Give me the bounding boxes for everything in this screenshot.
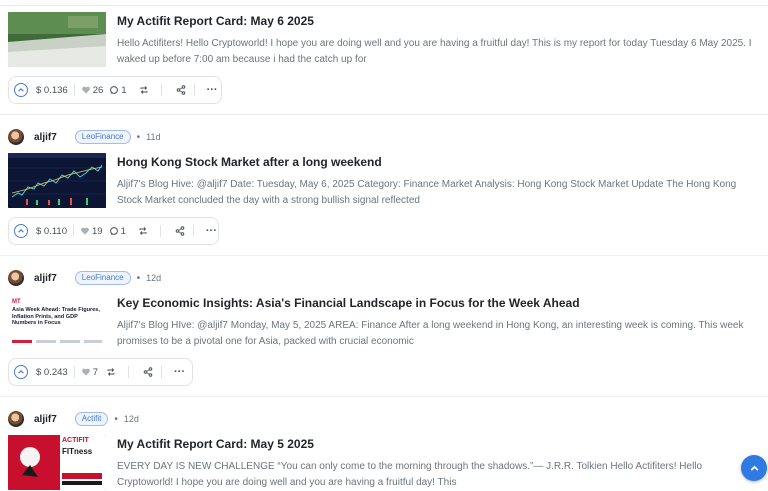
payout-value[interactable]: $ 0.110 [36, 226, 67, 237]
divider [192, 225, 194, 237]
post-header: aljif7 LeoFinance • 11d [8, 128, 160, 146]
post-time: 11d [146, 132, 161, 142]
post-thumbnail[interactable] [8, 153, 106, 208]
community-badge[interactable]: Actifit [74, 412, 109, 426]
chevron-up-icon [18, 370, 24, 374]
reblog-icon[interactable] [106, 367, 116, 377]
share-icon[interactable] [175, 226, 185, 236]
post-excerpt[interactable]: Aljif7's Blog HIve: @aljif7 Monday, May … [117, 318, 757, 350]
payout-value[interactable]: $ 0.136 [36, 85, 68, 96]
post-header: aljif7 Actifit • 12d [8, 410, 139, 428]
author-name[interactable]: aljif7 [34, 273, 57, 284]
post-excerpt[interactable]: Aljif7's Blog Hive: @aljif7 Date: Tuesda… [117, 177, 757, 209]
chevron-up-icon [18, 229, 24, 233]
community-badge[interactable]: LeoFinance [74, 271, 131, 285]
more-icon[interactable]: ··· [206, 225, 217, 237]
upvote-button[interactable] [14, 83, 28, 97]
divider [161, 366, 162, 378]
divider [128, 366, 129, 378]
like-count: 7 [92, 366, 98, 378]
thumb-headline: Asia Week Ahead: Trade Figures, Inflatio… [12, 307, 100, 326]
post-thumbnail[interactable] [8, 12, 106, 67]
divider [159, 225, 161, 237]
thumb-brand-text: ACTIFIT [62, 437, 89, 444]
post-header: aljif7 LeoFinance • 12d [8, 269, 161, 287]
avatar[interactable] [8, 411, 24, 427]
comment-count: 1 [120, 225, 126, 237]
heart-icon[interactable] [81, 85, 91, 95]
dot-separator: • [114, 413, 118, 425]
post-time: 12d [123, 414, 139, 424]
post-title[interactable]: My Actifit Report Card: May 6 2025 [117, 14, 314, 28]
comment-count: 1 [121, 84, 127, 96]
post-time: 12d [146, 273, 162, 283]
divider [193, 84, 195, 96]
post-actions: $ 0.110 19 1 ··· [8, 217, 219, 245]
author-name[interactable]: aljif7 [34, 132, 57, 143]
post-actions: $ 0.136 26 1 ··· [8, 76, 222, 104]
divider [73, 366, 75, 378]
divider [73, 84, 75, 96]
post-thumbnail[interactable]: MT Asia Week Ahead: Trade Figures, Infla… [8, 294, 106, 349]
avatar[interactable] [8, 270, 24, 286]
share-icon[interactable] [176, 85, 186, 95]
post-title[interactable]: My Actifit Report Card: May 5 2025 [117, 437, 314, 451]
more-icon[interactable]: ··· [207, 84, 218, 96]
post-thumbnail[interactable]: ACTIFIT FITness [8, 435, 106, 490]
post-title[interactable]: Hong Kong Stock Market after a long week… [117, 155, 382, 169]
heart-icon[interactable] [80, 226, 90, 236]
dot-separator: • [136, 131, 141, 143]
top-divider [0, 5, 768, 6]
comment-icon[interactable] [109, 85, 119, 95]
post-divider [0, 114, 768, 115]
dot-separator: • [136, 272, 141, 284]
divider [73, 225, 74, 237]
divider [160, 84, 162, 96]
scroll-top-button[interactable] [741, 455, 767, 481]
like-count: 19 [92, 225, 103, 237]
chevron-up-icon [18, 88, 24, 92]
reblog-icon[interactable] [138, 226, 148, 236]
post-divider [0, 396, 768, 397]
post-divider [0, 255, 768, 256]
like-count: 26 [92, 84, 104, 96]
reblog-icon[interactable] [139, 85, 149, 95]
chevron-up-icon [750, 465, 758, 471]
more-icon[interactable]: ··· [174, 366, 185, 378]
thumb-logo: MT [12, 299, 21, 305]
post-actions: $ 0.243 7 ··· [8, 358, 193, 386]
share-icon[interactable] [143, 367, 153, 377]
upvote-button[interactable] [14, 365, 28, 379]
author-name[interactable]: aljif7 [34, 414, 57, 425]
heart-icon[interactable] [81, 367, 91, 377]
post-excerpt[interactable]: Hello Actifiters! Hello Cryptoworld! I h… [117, 36, 757, 68]
comment-icon[interactable] [109, 226, 119, 236]
upvote-button[interactable] [14, 224, 28, 238]
payout-value[interactable]: $ 0.243 [36, 367, 68, 378]
thumb-fitness-text: FITness [62, 447, 93, 456]
avatar[interactable] [8, 129, 24, 145]
post-excerpt[interactable]: EVERY DAY IS NEW CHALLENGE “You can only… [117, 459, 757, 491]
community-badge[interactable]: LeoFinance [74, 130, 131, 144]
post-title[interactable]: Key Economic Insights: Asia's Financial … [117, 296, 580, 310]
